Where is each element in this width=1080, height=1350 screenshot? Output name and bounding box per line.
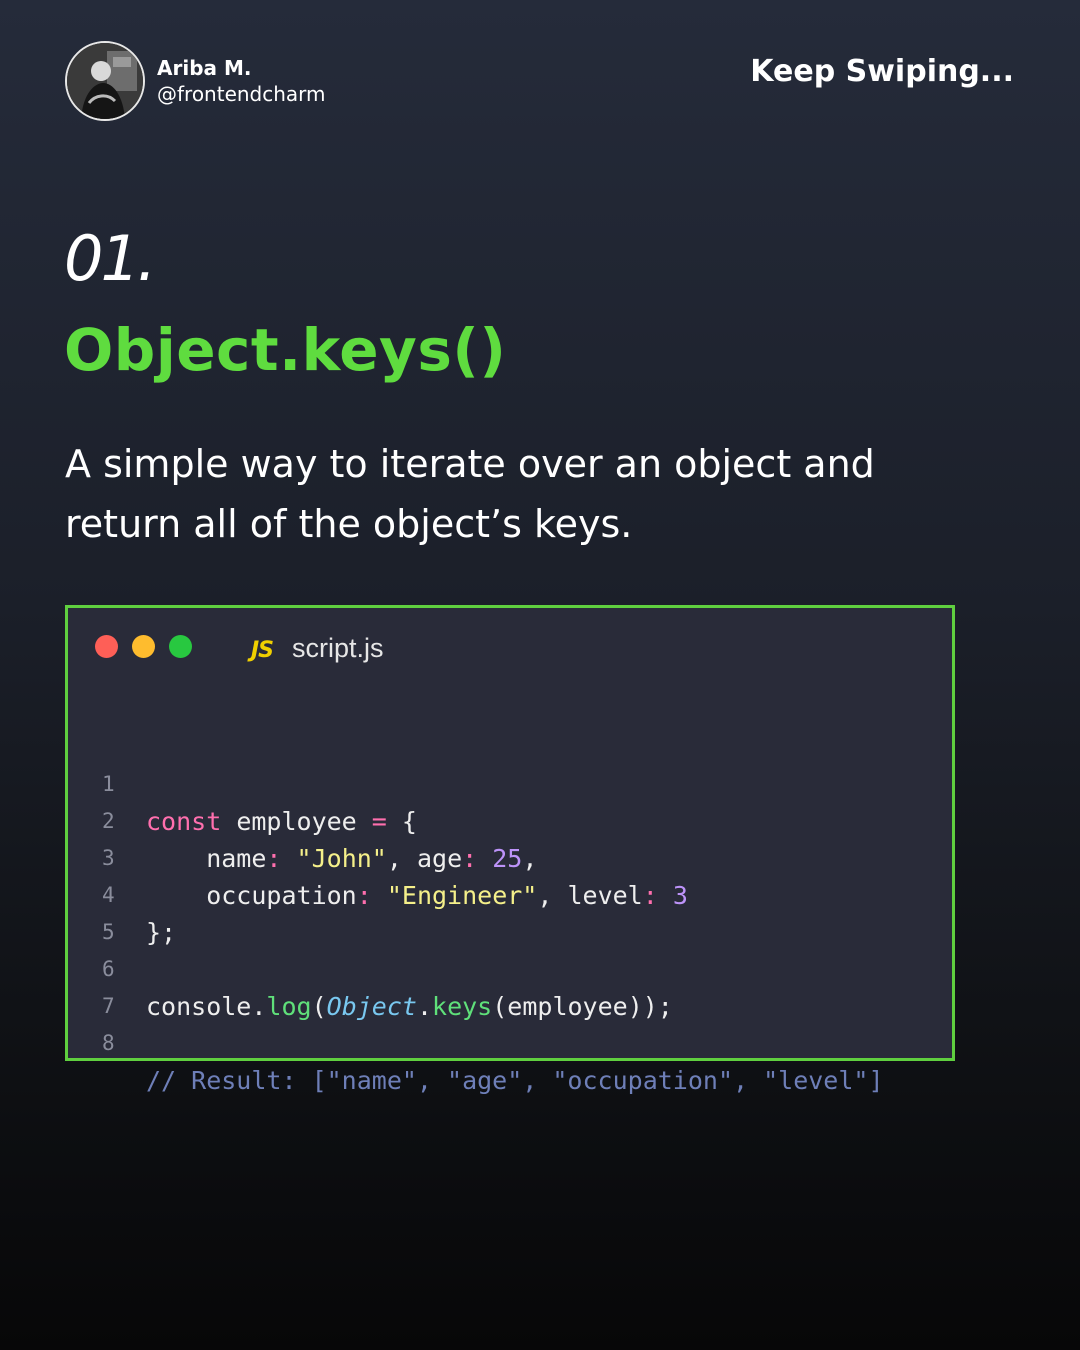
file-name: script.js (292, 633, 384, 663)
code-line-content: // Result: ["name", "age", "occupation",… (146, 1062, 884, 1099)
code-line: 6 console.log(Object.keys(employee)); (68, 914, 952, 1021)
post-header: Ariba M. @frontendcharm Keep Swiping... (0, 0, 1080, 160)
code-line: 8 // Result: ["name", "age", "occupation… (68, 988, 952, 1095)
javascript-file-icon: JS (251, 638, 274, 663)
author-name[interactable]: Ariba M. (157, 56, 251, 80)
code-window: JS script.js 1 const employee = { 2 name… (65, 605, 955, 1095)
code-line: 1 const employee = { (68, 729, 952, 836)
author-handle[interactable]: @frontendcharm (157, 82, 326, 106)
minimize-dot-icon (132, 635, 155, 658)
code-comment: // Result: ["name", "age", "occupation",… (146, 1066, 884, 1095)
keep-swiping-label: Keep Swiping... (750, 54, 1014, 89)
maximize-dot-icon (169, 635, 192, 658)
author-avatar[interactable] (65, 41, 145, 121)
method-description: A simple way to iterate over an object a… (65, 442, 875, 546)
avatar-photo-icon (67, 43, 143, 119)
code-line: 3 occupation: "Engineer", level: 3 (68, 803, 952, 910)
code-line: 7 (68, 951, 952, 1018)
slide-number: 01. (64, 222, 157, 295)
code-line: 4 }; (68, 840, 952, 947)
line-number: 8 (102, 1031, 115, 1055)
code-line: 5 (68, 877, 952, 944)
close-dot-icon (95, 635, 118, 658)
code-editor: 1 const employee = { 2 name: "John", age… (68, 729, 952, 1095)
code-line: 2 name: "John", age: 25, (68, 766, 952, 873)
method-title: Object.keys() (64, 316, 507, 384)
